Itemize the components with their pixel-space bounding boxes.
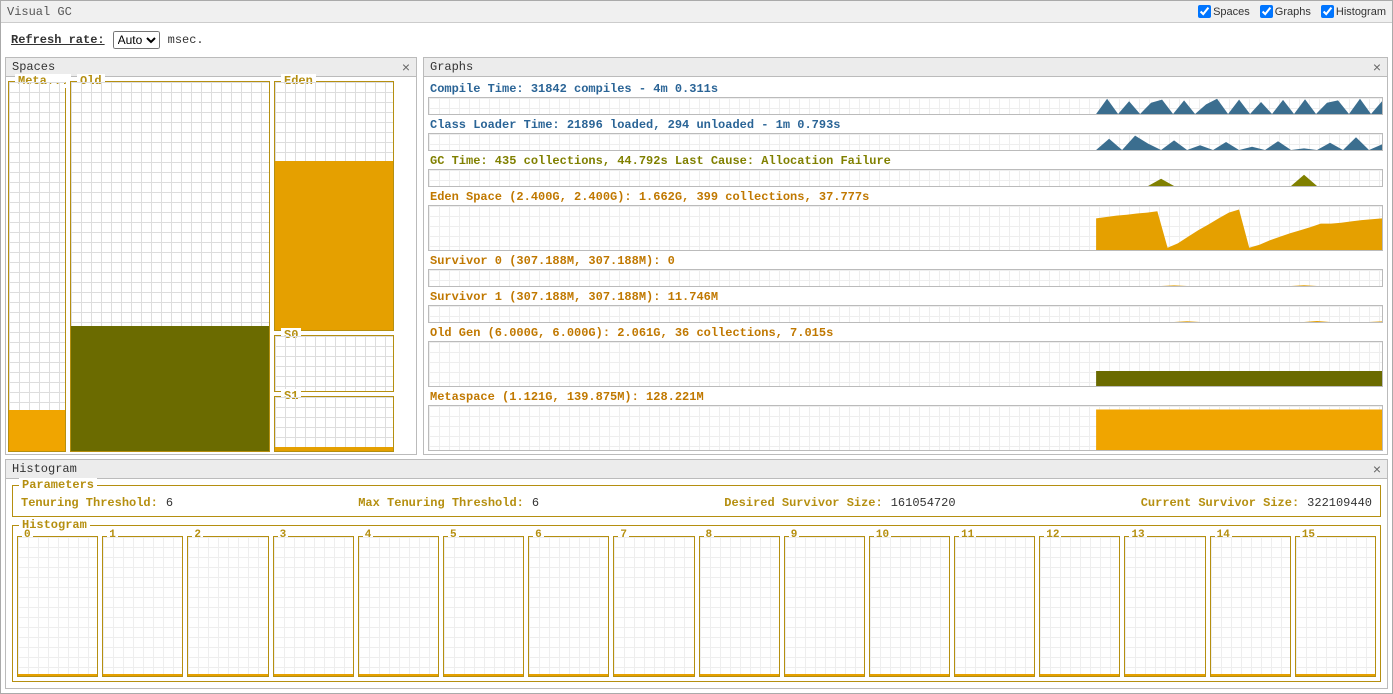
histogram-cell: 7 bbox=[613, 536, 694, 677]
s0-graph bbox=[428, 269, 1383, 287]
gc-graph bbox=[428, 169, 1383, 187]
parameters-title: Parameters bbox=[19, 478, 97, 492]
s1-graph-title: Survivor 1 (307.188M, 307.188M): 11.746M bbox=[428, 289, 1383, 305]
refresh-row: Refresh rate: Auto msec. bbox=[1, 23, 1392, 57]
parameters-fieldset: Parameters Tenuring Threshold:6 Max Tenu… bbox=[12, 485, 1381, 517]
refresh-label: Refresh rate: bbox=[11, 33, 105, 47]
refresh-unit: msec. bbox=[168, 33, 204, 47]
loader-graph bbox=[428, 133, 1383, 151]
histogram-panel: Histogram × Parameters Tenuring Threshol… bbox=[5, 459, 1388, 689]
histogram-cell: 15 bbox=[1295, 536, 1376, 677]
meta-space-box: Meta... bbox=[8, 81, 66, 452]
graphs-body: Compile Time: 31842 compiles - 4m 0.311s… bbox=[423, 77, 1388, 455]
histogram-cell: 5 bbox=[443, 536, 524, 677]
max-tenuring-value: 6 bbox=[532, 496, 539, 510]
histogram-cell: 2 bbox=[187, 536, 268, 677]
histogram-cell: 11 bbox=[954, 536, 1035, 677]
close-icon[interactable]: × bbox=[1373, 59, 1381, 75]
histogram-cell: 0 bbox=[17, 536, 98, 677]
spaces-panel: Spaces × Meta... Old Eden bbox=[5, 57, 417, 455]
histogram-cell: 4 bbox=[358, 536, 439, 677]
tenuring-label: Tenuring Threshold: bbox=[21, 496, 158, 510]
histogram-cell: 12 bbox=[1039, 536, 1120, 677]
s1-space-box: S1 bbox=[274, 396, 394, 452]
s0-space-box: S0 bbox=[274, 335, 394, 391]
max-tenuring-label: Max Tenuring Threshold: bbox=[358, 496, 524, 510]
spaces-body: Meta... Old Eden S0 bbox=[5, 77, 417, 455]
histogram-cell: 6 bbox=[528, 536, 609, 677]
desired-label: Desired Survivor Size: bbox=[724, 496, 882, 510]
old-graph-title: Old Gen (6.000G, 6.000G): 2.061G, 36 col… bbox=[428, 325, 1383, 341]
visualgc-window: Visual GC Spaces Graphs Histogram Refres… bbox=[0, 0, 1393, 694]
histogram-panel-title: Histogram bbox=[12, 462, 77, 476]
gc-graph-title: GC Time: 435 collections, 44.792s Last C… bbox=[428, 153, 1383, 169]
histogram-panel-header: Histogram × bbox=[5, 459, 1388, 479]
histogram-cell: 1 bbox=[102, 536, 183, 677]
close-icon[interactable]: × bbox=[402, 59, 410, 75]
current-value: 322109440 bbox=[1307, 496, 1372, 510]
histogram-cell: 13 bbox=[1124, 536, 1205, 677]
tenuring-value: 6 bbox=[166, 496, 173, 510]
eden-graph-title: Eden Space (2.400G, 2.400G): 1.662G, 399… bbox=[428, 189, 1383, 205]
s1-graph bbox=[428, 305, 1383, 323]
toggle-graphs-checkbox[interactable] bbox=[1260, 5, 1273, 18]
loader-graph-title: Class Loader Time: 21896 loaded, 294 unl… bbox=[428, 117, 1383, 133]
graphs-panel-title: Graphs bbox=[430, 60, 473, 74]
old-space-box: Old bbox=[70, 81, 270, 452]
metaspace-graph bbox=[428, 405, 1383, 451]
current-label: Current Survivor Size: bbox=[1141, 496, 1299, 510]
compile-graph bbox=[428, 97, 1383, 115]
histogram-cell: 3 bbox=[273, 536, 354, 677]
desired-value: 161054720 bbox=[891, 496, 956, 510]
close-icon[interactable]: × bbox=[1373, 461, 1381, 477]
graphs-panel: Graphs × Compile Time: 31842 compiles - … bbox=[423, 57, 1388, 455]
histogram-fieldset: Histogram 0123456789101112131415 bbox=[12, 525, 1381, 682]
titlebar: Visual GC Spaces Graphs Histogram bbox=[1, 1, 1392, 23]
toggle-histogram[interactable]: Histogram bbox=[1321, 5, 1386, 18]
spaces-panel-title: Spaces bbox=[12, 60, 55, 74]
old-graph bbox=[428, 341, 1383, 387]
s0-graph-title: Survivor 0 (307.188M, 307.188M): 0 bbox=[428, 253, 1383, 269]
histogram-cell: 14 bbox=[1210, 536, 1291, 677]
metaspace-graph-title: Metaspace (1.121G, 139.875M): 128.221M bbox=[428, 389, 1383, 405]
toggle-spaces[interactable]: Spaces bbox=[1198, 5, 1250, 18]
toggle-spaces-checkbox[interactable] bbox=[1198, 5, 1211, 18]
view-toggles: Spaces Graphs Histogram bbox=[1198, 5, 1386, 18]
toggle-graphs[interactable]: Graphs bbox=[1260, 5, 1311, 18]
histogram-cell: 8 bbox=[699, 536, 780, 677]
eden-graph bbox=[428, 205, 1383, 251]
eden-space-box: Eden bbox=[274, 81, 394, 331]
toggle-histogram-checkbox[interactable] bbox=[1321, 5, 1334, 18]
histogram-cell: 9 bbox=[784, 536, 865, 677]
histogram-cell: 10 bbox=[869, 536, 950, 677]
graphs-panel-header: Graphs × bbox=[423, 57, 1388, 77]
window-title: Visual GC bbox=[7, 5, 72, 19]
refresh-select[interactable]: Auto bbox=[113, 31, 160, 49]
compile-graph-title: Compile Time: 31842 compiles - 4m 0.311s bbox=[428, 81, 1383, 97]
